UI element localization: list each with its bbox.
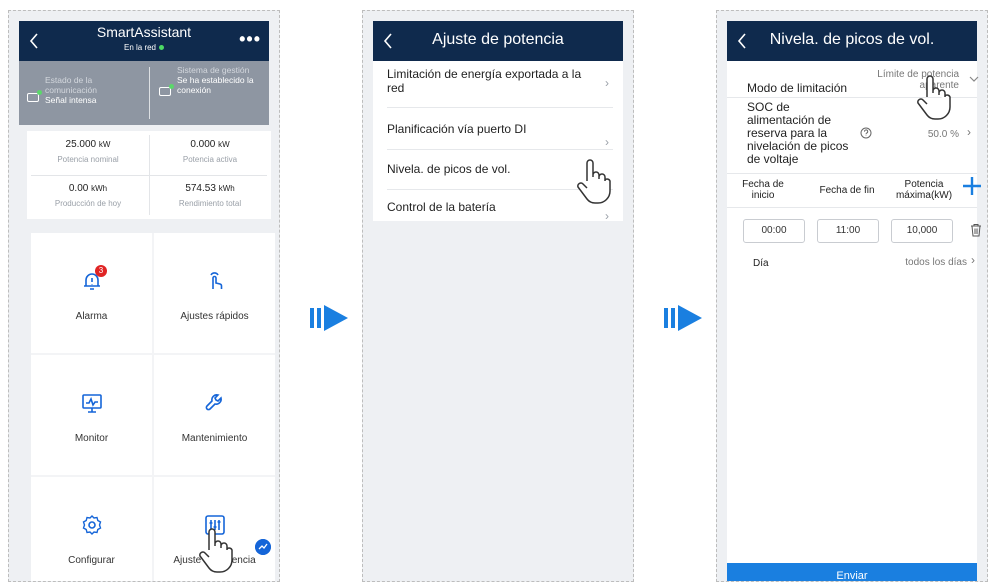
- mgmt-label: Sistema de gestión: [177, 65, 250, 75]
- pointer-hand-icon: [917, 75, 951, 120]
- kpi-unit: kW: [218, 140, 230, 149]
- list-item-label: Nivela. de picos de vol.: [387, 162, 511, 176]
- back-icon[interactable]: [27, 31, 41, 51]
- tile-label: Mantenimiento: [181, 433, 248, 444]
- pointer-hand-icon: [577, 159, 611, 204]
- col-header-end: Fecha de fin: [819, 185, 875, 196]
- flow-arrow-icon: [664, 305, 702, 331]
- comm-label: Estado de la comunicación: [45, 75, 97, 95]
- soc-label: SOC de alimentación de reserva para la n…: [747, 100, 849, 166]
- chevron-down-icon: [969, 76, 979, 82]
- screen-peak-shaving: Nivela. de picos de vol. Modo de limitac…: [716, 10, 988, 582]
- chevron-right-icon: ›: [605, 76, 609, 90]
- divider: [387, 107, 613, 108]
- start-time-input[interactable]: 00:00: [743, 219, 805, 243]
- screen-power-adjustment: Ajuste de potencia Limitación de energía…: [362, 10, 634, 582]
- day-select[interactable]: todos los días: [857, 257, 967, 268]
- app-header: Nivela. de picos de vol.: [727, 21, 977, 61]
- tile-monitor[interactable]: Monitor: [31, 355, 152, 475]
- more-icon[interactable]: •••: [239, 29, 261, 50]
- col-header-power: Potencia máxima(kW): [895, 179, 953, 201]
- tile-label: Configurar: [68, 555, 115, 566]
- divider: [727, 207, 977, 208]
- kpi-today-yield: 0.00 kWh Producción de hoy: [27, 175, 149, 219]
- gear-icon: [82, 515, 102, 535]
- max-power-input[interactable]: 10,000: [891, 219, 953, 243]
- page-title: Ajuste de potencia: [432, 31, 564, 48]
- kpi-rated-power: 25.000 kW Potencia nominal: [27, 131, 149, 175]
- comm-value: Señal intensa: [45, 95, 97, 105]
- app-header: Ajuste de potencia: [373, 21, 623, 61]
- mgmt-value: Se ha establecido la conexión: [177, 75, 254, 95]
- kpi-label: Producción de hoy: [54, 199, 122, 208]
- chart-fab-icon[interactable]: [255, 539, 271, 555]
- kpi-active-power: 0.000 kW Potencia activa: [149, 131, 271, 175]
- management-system-icon: [159, 84, 174, 96]
- kpi-label: Potencia activa: [182, 155, 238, 164]
- kpi-value: 0.00: [68, 183, 89, 194]
- flow-arrow-icon: [310, 305, 348, 331]
- kpi-unit: kWh: [218, 184, 235, 193]
- list-item-label: Control de la batería: [387, 200, 496, 214]
- tile-label: Ajustes rápidos: [180, 311, 249, 322]
- kpi-label: Rendimiento total: [178, 199, 242, 208]
- tile-alarm[interactable]: 3 Alarma: [31, 233, 152, 353]
- kpi-unit: kWh: [91, 184, 108, 193]
- tile-label: Monitor: [74, 433, 109, 444]
- list-item-di-schedule[interactable]: Planificación vía puerto DI ›: [387, 109, 613, 149]
- delete-icon[interactable]: [969, 223, 983, 237]
- grid-status-text: En la red: [123, 43, 157, 52]
- divider: [149, 135, 150, 215]
- pointer-hand-icon: [199, 528, 233, 573]
- list-item-label: Limitación de energía exportada a la red: [387, 67, 582, 95]
- chevron-right-icon: ›: [967, 125, 971, 139]
- touch-icon: [210, 272, 223, 289]
- soc-value[interactable]: 50.0 %: [907, 129, 959, 140]
- function-grid: 3 Alarma Ajustes rápidos Monitor Manteni…: [31, 233, 275, 581]
- end-time-input[interactable]: 11:00: [817, 219, 879, 243]
- app-header: SmartAssistant En la red •••: [19, 21, 269, 61]
- grid-status: En la red: [59, 43, 229, 52]
- online-dot-icon: [159, 45, 165, 51]
- tile-quick-settings[interactable]: Ajustes rápidos: [154, 233, 275, 353]
- kpi-total-yield: 574.53 kWh Rendimiento total: [149, 175, 271, 219]
- status-bar: Estado de la comunicación Señal intensa …: [19, 61, 269, 125]
- kpi-label: Potencia nominal: [57, 155, 119, 164]
- kpi-unit: kW: [98, 140, 111, 149]
- tile-maintenance[interactable]: Mantenimiento: [154, 355, 275, 475]
- alarm-count-badge: 3: [95, 265, 107, 277]
- col-header-start: Fecha de inicio: [742, 179, 784, 201]
- add-icon[interactable]: [961, 175, 983, 197]
- monitor-icon: [82, 394, 102, 413]
- screen-home: SmartAssistant En la red ••• Estado de l…: [8, 10, 280, 582]
- back-icon[interactable]: [735, 31, 749, 51]
- kpi-value: 25.000: [65, 139, 97, 150]
- app-title: SmartAssistant: [96, 24, 192, 40]
- communication-icon: [27, 90, 42, 102]
- tile-label: Alarma: [75, 311, 108, 322]
- day-label: Día: [753, 258, 769, 269]
- divider: [149, 67, 150, 119]
- list-item-label: Planificación vía puerto DI: [387, 122, 527, 136]
- submit-button[interactable]: Enviar: [727, 563, 977, 581]
- help-icon[interactable]: [860, 127, 872, 139]
- wrench-icon: [205, 394, 222, 411]
- page-title: Nivela. de picos de vol.: [769, 31, 935, 48]
- tile-settings[interactable]: Configurar: [31, 477, 152, 581]
- back-icon[interactable]: [381, 31, 395, 51]
- mode-label: Modo de limitación: [747, 81, 848, 95]
- list-item-export-limit[interactable]: Limitación de energía exportada a la red…: [387, 67, 613, 99]
- peak-shaving-form: Modo de limitación Límite de potencia ap…: [727, 61, 979, 579]
- divider: [727, 173, 977, 174]
- kpi-value: 574.53: [185, 183, 216, 194]
- kpi-panel: 25.000 kW Potencia nominal 0.000 kW Pote…: [27, 131, 271, 219]
- chevron-right-icon: ›: [971, 253, 975, 267]
- kpi-value: 0.000: [190, 139, 216, 150]
